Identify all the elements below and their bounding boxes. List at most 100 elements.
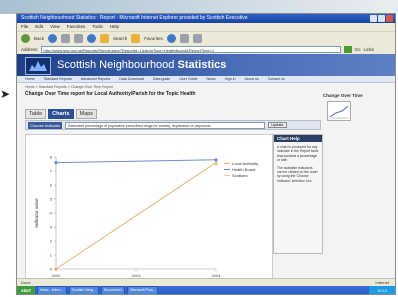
address-label: Address bbox=[21, 46, 38, 52]
status-bar: Done Internet bbox=[17, 278, 395, 286]
menu-bar: File Edit View Favorites Tools Help bbox=[17, 23, 395, 31]
search-icon[interactable] bbox=[100, 33, 110, 43]
nav-advanced-reports[interactable]: Advanced Reports bbox=[81, 76, 111, 82]
site-banner: Scottish Neighbourhood Statistics bbox=[17, 54, 395, 76]
chart-help-text-1: A chart is produced for any indicator in… bbox=[277, 145, 319, 163]
legend-label: Scotland bbox=[232, 173, 248, 178]
series-line bbox=[55, 162, 217, 270]
start-button[interactable]: start bbox=[17, 286, 35, 294]
data-point bbox=[214, 158, 218, 162]
y-tick-label: 6 bbox=[50, 183, 53, 188]
home-icon[interactable] bbox=[87, 33, 97, 43]
nav-sign-in[interactable]: Sign in bbox=[225, 76, 236, 82]
minimize-button[interactable] bbox=[370, 15, 377, 22]
chart-panel: 012345678200220032004YearIndicator value… bbox=[25, 134, 273, 288]
y-tick-label: 8 bbox=[50, 155, 53, 160]
favorites-label[interactable]: Favorites bbox=[144, 36, 163, 41]
update-button[interactable]: Update bbox=[268, 122, 287, 128]
taskbar-item[interactable]: Document1 bbox=[100, 286, 126, 294]
trend-chart-icon bbox=[329, 105, 349, 119]
back-icon[interactable] bbox=[21, 33, 30, 43]
menu-edit[interactable]: Edit bbox=[35, 23, 43, 31]
address-bar: Address http://www.sns.gov.uk/Reports/Re… bbox=[17, 44, 395, 54]
menu-help[interactable]: Help bbox=[110, 23, 119, 31]
window-controls bbox=[370, 15, 393, 22]
nav-user-guide[interactable]: User Guide bbox=[179, 76, 197, 82]
mail-icon[interactable] bbox=[179, 33, 189, 43]
tab-maps[interactable]: Maps bbox=[75, 109, 98, 119]
indicator-selector-row: Choose Indicator Estimated percentage of… bbox=[25, 120, 321, 130]
nav-news[interactable]: News bbox=[207, 76, 216, 82]
data-point bbox=[54, 161, 58, 165]
window-title: Scottish Neighbourhood Statistics : Repo… bbox=[21, 15, 248, 21]
taskbar-item[interactable]: Scottish Neig... bbox=[68, 286, 99, 294]
desktop-background-strip bbox=[0, 0, 398, 14]
y-tick-label: 7 bbox=[50, 169, 53, 174]
menu-favorites[interactable]: Favorites bbox=[67, 23, 86, 31]
legend-label: Local Authority bbox=[232, 161, 258, 166]
site-nav: Home Standard Reports Advanced Reports D… bbox=[17, 76, 395, 83]
browser-window: Scottish Neighbourhood Statistics : Repo… bbox=[16, 13, 396, 295]
pointer-arrow-icon: ➤ bbox=[0, 87, 11, 101]
menu-view[interactable]: View bbox=[50, 23, 60, 31]
nav-data-guide[interactable]: Data guide bbox=[153, 76, 170, 82]
tab-charts[interactable]: Charts bbox=[48, 109, 74, 119]
search-label[interactable]: Search bbox=[113, 36, 127, 41]
chart-help-text-2: The available indicators can be viewed o… bbox=[277, 165, 318, 183]
y-tick-label: 3 bbox=[50, 225, 53, 230]
data-point bbox=[54, 267, 58, 271]
nav-home[interactable]: Home bbox=[25, 76, 35, 82]
status-text: Done bbox=[21, 280, 31, 285]
site-title: Scottish Neighbourhood Statistics bbox=[57, 58, 226, 72]
logo-graphic bbox=[29, 61, 47, 71]
close-button[interactable] bbox=[386, 15, 393, 22]
y-axis-label: Indicator value bbox=[34, 198, 39, 228]
change-over-time-label: Change Over Time bbox=[323, 93, 363, 98]
taskbar-item[interactable]: Inbox - Micro... bbox=[36, 286, 67, 294]
window-titlebar: Scottish Neighbourhood Statistics : Repo… bbox=[17, 14, 395, 23]
refresh-icon[interactable] bbox=[74, 33, 84, 43]
media-icon[interactable] bbox=[166, 33, 176, 43]
chart-help-panel: Chart Help A chart is produced for any i… bbox=[273, 134, 323, 254]
change-over-time-thumbnail[interactable] bbox=[327, 101, 351, 121]
legend-label: Health Board bbox=[232, 167, 255, 172]
nav-standard-reports[interactable]: Standard Reports bbox=[44, 76, 72, 82]
nav-about-us[interactable]: About us bbox=[245, 76, 259, 82]
page-title: Change Over Time report for Local Author… bbox=[25, 91, 196, 97]
links-button[interactable]: Links bbox=[364, 47, 375, 52]
report-tabs: Table Charts Maps bbox=[25, 109, 98, 119]
y-tick-label: 2 bbox=[50, 239, 53, 244]
windows-taskbar: start Inbox - Micro... Scottish Neig... … bbox=[17, 286, 395, 294]
scotland-map-logo-icon[interactable] bbox=[25, 57, 51, 75]
browser-toolbar: Back Search Favorites bbox=[17, 31, 395, 44]
indicator-select[interactable]: Estimated percentage of population presc… bbox=[65, 121, 266, 129]
series-line bbox=[55, 159, 217, 164]
breadcrumb[interactable]: Home > Standard Reports > Change Over Ti… bbox=[25, 85, 113, 89]
go-button[interactable]: Go bbox=[355, 47, 361, 52]
tab-table[interactable]: Table bbox=[25, 109, 47, 119]
clock: 10:12 bbox=[369, 286, 395, 294]
site-title-part1: Scottish Neighbourhood bbox=[57, 59, 175, 71]
y-tick-label: 1 bbox=[50, 253, 53, 258]
back-label[interactable]: Back bbox=[34, 36, 44, 41]
maximize-button[interactable] bbox=[378, 15, 385, 22]
favorites-icon[interactable] bbox=[131, 33, 141, 43]
line-chart: 012345678200220032004YearIndicator value… bbox=[34, 155, 258, 285]
site-title-part2: Statistics bbox=[177, 59, 227, 71]
data-point bbox=[214, 162, 218, 166]
nav-data-download[interactable]: Data Download bbox=[119, 76, 144, 82]
address-input[interactable]: http://www.sns.gov.uk/Reports/Report.asp… bbox=[40, 45, 341, 53]
nav-contact-us[interactable]: Contact us bbox=[268, 76, 285, 82]
stop-icon[interactable] bbox=[61, 33, 71, 43]
menu-file[interactable]: File bbox=[21, 23, 28, 31]
y-tick-label: 0 bbox=[50, 267, 53, 272]
go-icon[interactable] bbox=[343, 45, 352, 53]
y-tick-label: 4 bbox=[50, 211, 53, 216]
print-icon[interactable] bbox=[192, 33, 202, 43]
chart-help-title: Chart Help bbox=[274, 135, 322, 142]
forward-icon[interactable] bbox=[48, 33, 58, 43]
choose-indicator-label: Choose Indicator bbox=[28, 121, 63, 129]
taskbar-item[interactable]: Microsoft Pow... bbox=[127, 286, 159, 294]
y-tick-label: 5 bbox=[50, 197, 53, 202]
menu-tools[interactable]: Tools bbox=[92, 23, 103, 31]
